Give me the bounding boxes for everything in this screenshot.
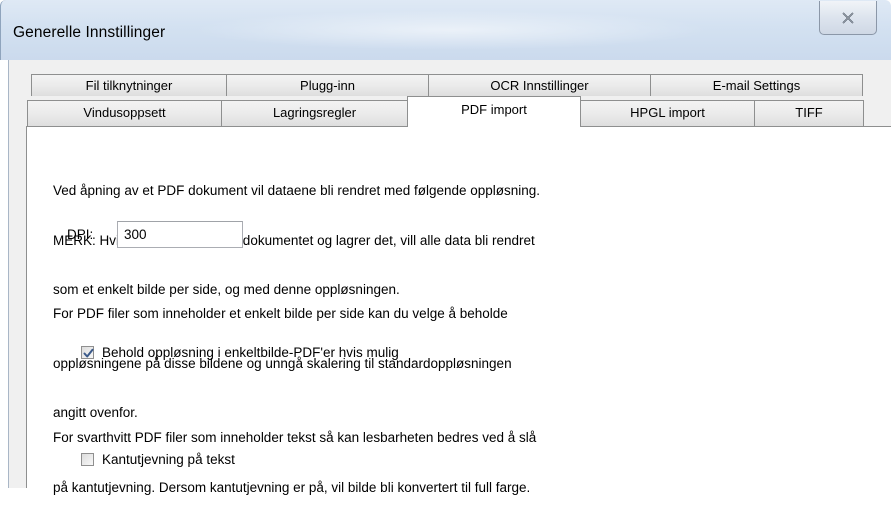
tab-plugg-inn[interactable]: Plugg-inn [226,74,429,96]
checkmark-icon [83,348,94,358]
antialias-label[interactable]: Kantutjevning på tekst [102,452,235,467]
tab-email-settings[interactable]: E-mail Settings [650,74,863,96]
tab-label: TIFF [795,105,823,120]
antialias-checkbox[interactable] [81,453,94,466]
tab-vindusoppsett[interactable]: Vindusoppsett [27,100,222,126]
tab-lagringsregler[interactable]: Lagringsregler [221,100,408,126]
tab-label: Plugg-inn [300,78,355,93]
tab-label: OCR Innstillinger [490,78,589,93]
tab-label: Vindusoppsett [83,105,166,120]
dpi-input[interactable] [117,221,243,248]
tab-ocr-innstillinger[interactable]: OCR Innstillinger [428,74,651,96]
tab-label: E-mail Settings [712,78,801,93]
dpi-label: DPI: [67,227,94,242]
tab-tiff[interactable]: TIFF [754,100,864,126]
tab-fil-tilknytninger[interactable]: Fil tilknytninger [31,74,227,96]
tab-label: HPGL import [630,105,705,120]
close-x-icon [842,11,854,24]
tab-label: Fil tilknytninger [85,78,173,93]
intro-line: Ved åpning av et PDF dokument vil dataen… [53,183,541,198]
close-button[interactable] [819,1,877,35]
keep-resolution-line: For PDF filer som inneholder et enkelt b… [53,306,508,321]
window-title: Generelle Innstillinger [13,24,166,41]
keep-resolution-label[interactable]: Behold oppløsning i enkeltbilde-PDF'er h… [102,345,399,360]
keep-resolution-checkbox[interactable] [81,346,94,359]
tab-label: Lagringsregler [272,105,357,120]
antialias-line: For svarthvitt PDF filer som inneholder … [53,430,537,445]
tab-hpgl-import[interactable]: HPGL import [580,100,755,126]
tab-pdf-import[interactable]: PDF import [407,96,581,127]
title-bar: Generelle Innstillinger [0,0,891,60]
tab-label: PDF import [461,102,527,117]
